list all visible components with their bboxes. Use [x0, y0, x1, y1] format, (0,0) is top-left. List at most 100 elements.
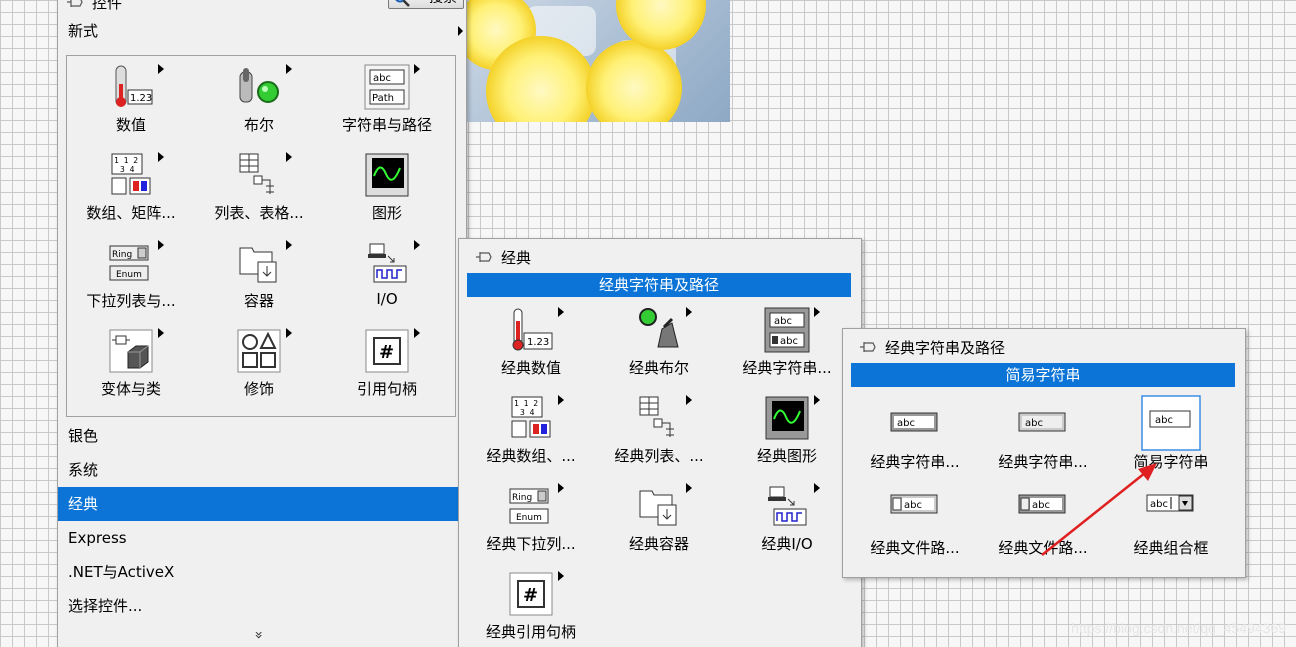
svg-text:1 1 2: 1 1 2 — [514, 399, 538, 408]
section-header: 经典字符串及路径 — [467, 273, 851, 297]
submenu-arrow-icon — [286, 328, 292, 338]
ring-enum-icon: Ring Enum — [109, 245, 149, 281]
palette-item-string-path[interactable]: abc Path 字符串与路径 — [323, 56, 451, 144]
palette-item-refnum[interactable]: # 引用句柄 — [323, 320, 451, 408]
palette-item-classic-ring[interactable]: Ring Enum 经典下拉列... — [467, 475, 595, 563]
submenu-arrow-icon — [286, 240, 292, 250]
palette-item-classic-refnum[interactable]: # 经典引用句柄 — [467, 563, 595, 647]
submenu-arrow-icon — [286, 152, 292, 162]
array-matrix-icon: 1 1 2 3 4 — [111, 153, 151, 195]
boolean-icon — [239, 68, 279, 103]
category-label: 选择控件... — [68, 597, 143, 615]
palette-item-ring-enum[interactable]: Ring Enum 下拉列表与... — [67, 232, 195, 320]
submenu-arrow-icon — [686, 483, 692, 493]
palette-item-classic-io[interactable]: 经典I/O — [723, 475, 851, 563]
category-system[interactable]: 系统 — [58, 453, 466, 487]
palette-title: 经典 — [501, 248, 532, 267]
string-control-icon: abc — [1018, 412, 1066, 432]
modern-controls-grid: 1.23 数值 布尔 abc Path 字符串与路径 1 1 2 3 4 数组、… — [66, 55, 456, 417]
palette-item-variant-class[interactable]: 变体与类 — [67, 320, 195, 408]
classic-boolean-icon — [639, 308, 679, 348]
item-label: 图形 — [371, 204, 402, 222]
numeric-icon: 1.23 — [115, 65, 153, 107]
item-label: 经典容器 — [628, 535, 689, 553]
item-label: 布尔 — [243, 116, 274, 134]
palette-item-numeric[interactable]: 1.23 数值 — [67, 56, 195, 144]
classic-ring-icon: Ring Enum — [509, 488, 549, 524]
category-label: 经典 — [68, 495, 99, 513]
palette-title-row: 经典 — [475, 245, 531, 269]
palette-item-container[interactable]: 容器 — [195, 232, 323, 320]
svg-text:abc: abc — [1155, 415, 1173, 426]
classic-array-icon: 1 1 2 3 4 — [511, 396, 551, 438]
category-silver[interactable]: 银色 — [58, 419, 466, 453]
variant-class-icon — [109, 329, 153, 373]
submenu-arrow-icon — [414, 240, 420, 250]
palette-title-row: 经典字符串及路径 — [859, 335, 1005, 359]
category-dotnet-activex[interactable]: .NET与ActiveX — [58, 555, 466, 589]
palette-item-list-table[interactable]: 列表、表格... — [195, 144, 323, 232]
classic-string-icon: abc abc — [764, 307, 810, 353]
category-modern[interactable]: 新式 — [58, 15, 466, 47]
item-label: 下拉列表与... — [86, 292, 176, 310]
submenu-arrow-icon — [158, 240, 164, 250]
palette-item-classic-list[interactable]: 经典列表、... — [595, 387, 723, 475]
palette-item-boolean[interactable]: 布尔 — [195, 56, 323, 144]
item-label: 经典字符串... — [742, 359, 832, 377]
simple-string-icon: abc — [1141, 395, 1201, 451]
category-classic[interactable]: 经典 — [58, 487, 466, 521]
io-icon — [368, 243, 407, 283]
item-label: 经典引用句柄 — [485, 623, 576, 641]
more-chevron-icon[interactable]: » — [250, 631, 266, 640]
item-label: 变体与类 — [100, 380, 161, 398]
svg-text:abc: abc — [774, 316, 792, 327]
section-header: 简易字符串 — [851, 363, 1235, 387]
palette-item-string-indicator[interactable]: abc 经典字符串... — [851, 391, 979, 477]
category-label: .NET与ActiveX — [68, 563, 175, 581]
refnum-icon: # — [365, 329, 409, 373]
palette-item-classic-boolean[interactable]: 经典布尔 — [595, 299, 723, 387]
item-label: 列表、表格... — [214, 204, 304, 222]
string-path-icon: abc Path — [364, 64, 410, 110]
palette-item-classic-string[interactable]: abc abc 经典字符串... — [723, 299, 851, 387]
palette-item-decorations[interactable]: 修饰 — [195, 320, 323, 408]
palette-item-graph[interactable]: 图形 — [323, 144, 451, 232]
palette-item-classic-container[interactable]: 经典容器 — [595, 475, 723, 563]
svg-text:#: # — [379, 342, 394, 363]
submenu-arrow-icon — [558, 483, 564, 493]
classic-graph-icon — [765, 396, 809, 440]
category-label: 新式 — [68, 22, 99, 40]
submenu-arrow-icon — [814, 395, 820, 405]
submenu-arrow-icon — [814, 483, 820, 493]
item-label: 数值 — [115, 116, 146, 134]
classic-palette: 经典 经典字符串及路径 1.23 经典数值 经典布尔 abc abc 经典字符串… — [458, 238, 862, 647]
item-label: 经典字符串... — [870, 453, 960, 471]
item-label: 经典下拉列... — [486, 535, 576, 553]
item-label: 数组、矩阵... — [86, 204, 176, 222]
list-table-icon — [239, 153, 274, 194]
item-label: 经典图形 — [756, 447, 817, 465]
lemon-photo — [466, 0, 730, 122]
palette-item-classic-array[interactable]: 1 1 2 3 4 经典数组、... — [467, 387, 595, 475]
palette-item-io[interactable]: I/O — [323, 232, 451, 320]
pin-icon[interactable] — [859, 340, 877, 354]
palette-item-array-matrix[interactable]: 1 1 2 3 4 数组、矩阵... — [67, 144, 195, 232]
category-select-control[interactable]: 选择控件... — [58, 589, 466, 623]
search-button[interactable]: 搜索 — [388, 0, 464, 9]
decorations-icon — [237, 329, 281, 373]
svg-text:Path: Path — [372, 93, 394, 104]
magnifier-icon — [395, 0, 410, 7]
pin-icon[interactable] — [475, 250, 493, 264]
palette-item-classic-graph[interactable]: 经典图形 — [723, 387, 851, 475]
item-label: 经典列表、... — [614, 447, 704, 465]
item-label: 字符串与路径 — [341, 116, 432, 134]
category-express[interactable]: Express — [58, 521, 466, 555]
submenu-arrow-icon — [558, 395, 564, 405]
palette-item-classic-numeric[interactable]: 1.23 经典数值 — [467, 299, 595, 387]
submenu-arrow-icon — [286, 64, 292, 74]
pin-icon[interactable] — [66, 0, 84, 9]
palette-item-file-path-control[interactable]: abc 经典文件路... — [851, 477, 979, 563]
svg-text:1 1 2: 1 1 2 — [114, 156, 138, 165]
submenu-arrow-icon — [458, 26, 463, 36]
palette-title: 控件 — [92, 0, 123, 12]
